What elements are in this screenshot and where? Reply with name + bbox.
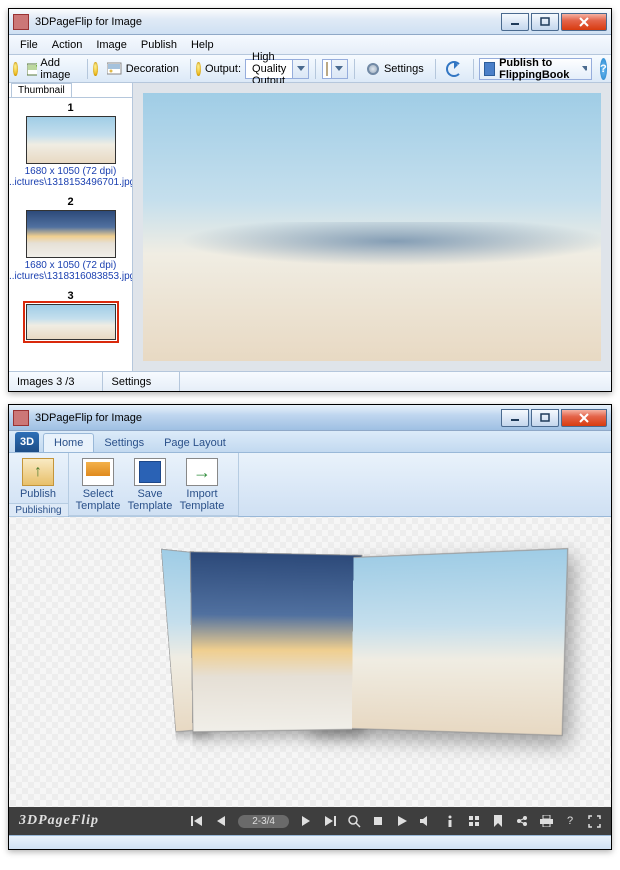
chevron-down-icon — [331, 60, 347, 78]
output-label: Output: — [205, 63, 241, 75]
thumbnail-image — [26, 304, 116, 340]
save-template-button[interactable]: Save Template — [124, 456, 176, 512]
app-icon — [13, 14, 29, 30]
maximize-button[interactable] — [531, 13, 559, 31]
titlebar[interactable]: 3DPageFlip for Image — [9, 405, 611, 431]
help-button[interactable]: ? — [563, 814, 577, 828]
player-logo: 3DPageFlip — [19, 813, 99, 829]
app-icon — [13, 410, 29, 426]
decoration-button[interactable]: Decoration — [102, 58, 184, 80]
next-page-button[interactable] — [299, 814, 313, 828]
info-button[interactable] — [443, 814, 457, 828]
menu-image[interactable]: Image — [89, 35, 134, 54]
logo-3d-icon[interactable]: 3D — [15, 432, 39, 452]
fullscreen-button[interactable] — [587, 814, 601, 828]
select-template-icon — [82, 458, 114, 486]
ribbon: Publish Publishing Select Template Save … — [9, 453, 611, 517]
help-button[interactable]: ? — [600, 58, 607, 80]
publish-button[interactable]: Publish — [12, 456, 64, 500]
svg-text:+: + — [35, 62, 37, 71]
first-page-button[interactable] — [190, 814, 204, 828]
minimize-button[interactable] — [501, 409, 529, 427]
save-icon — [134, 458, 166, 486]
book-icon — [484, 62, 495, 76]
decoration-label: Decoration — [126, 63, 179, 75]
toolbar: + Add image Decoration Output: High Qual… — [9, 55, 611, 83]
share-button[interactable] — [515, 814, 529, 828]
publish-label: Publish to FlippingBook — [499, 57, 578, 81]
bullet-icon — [196, 62, 201, 76]
titlebar[interactable]: 3DPageFlip for Image — [9, 9, 611, 35]
thumbnail-panel: Thumbnail 1 1680 x 1050 (72 dpi) ..ictur… — [9, 83, 133, 371]
thumbnail-image — [26, 116, 116, 164]
ribbon-tabs: 3D Home Settings Page Layout — [9, 431, 611, 453]
import-icon — [186, 458, 218, 486]
last-page-button[interactable] — [323, 814, 337, 828]
play-button[interactable] — [395, 814, 409, 828]
maximize-button[interactable] — [531, 409, 559, 427]
refresh-button[interactable] — [441, 58, 467, 80]
chevron-down-icon — [582, 66, 587, 72]
bullet-icon — [13, 62, 18, 76]
tab-settings[interactable]: Settings — [94, 434, 154, 452]
refresh-icon — [446, 61, 462, 77]
add-image-icon: + — [27, 62, 38, 76]
thumbnail-item[interactable]: 2 1680 x 1050 (72 dpi) ..ictures\1318316… — [9, 192, 132, 286]
menu-file[interactable]: File — [13, 35, 45, 54]
gear-icon — [365, 61, 381, 77]
menu-action[interactable]: Action — [45, 35, 90, 54]
decoration-icon — [107, 62, 123, 76]
tab-page-layout[interactable]: Page Layout — [154, 434, 236, 452]
output-selected: High Quality Output — [246, 51, 292, 87]
menu-help[interactable]: Help — [184, 35, 221, 54]
thumbnail-tab[interactable]: Thumbnail — [11, 83, 72, 97]
thumbnail-image — [26, 210, 116, 258]
close-button[interactable] — [561, 409, 607, 427]
prev-page-button[interactable] — [214, 814, 228, 828]
thumbnails-button[interactable] — [467, 814, 481, 828]
import-template-button[interactable]: Import Template — [176, 456, 228, 512]
page-indicator: 2-3/4 — [238, 815, 289, 828]
thumbnail-item[interactable]: 3 — [9, 286, 132, 344]
output-select[interactable]: High Quality Output — [245, 59, 309, 79]
settings-button[interactable]: Settings — [360, 58, 429, 80]
bullet-icon — [93, 62, 98, 76]
add-image-button[interactable]: + Add image — [22, 58, 81, 80]
publish-button[interactable]: Publish to FlippingBook — [479, 58, 591, 80]
color-swatch — [326, 62, 328, 76]
thumbnail-item[interactable]: 1 1680 x 1050 (72 dpi) ..ictures\1318153… — [9, 98, 132, 192]
editor-window: 3DPageFlip for Image File Action Image P… — [8, 8, 612, 392]
close-button[interactable] — [561, 13, 607, 31]
select-template-button[interactable]: Select Template — [72, 456, 124, 512]
settings-label: Settings — [384, 63, 424, 75]
zoom-button[interactable] — [347, 814, 361, 828]
preview-area — [133, 83, 611, 371]
print-button[interactable] — [539, 814, 553, 828]
page-right — [306, 548, 569, 736]
color-select[interactable] — [322, 59, 348, 79]
tab-home[interactable]: Home — [43, 433, 94, 452]
chevron-down-icon — [292, 60, 308, 78]
window-footer — [9, 835, 611, 849]
publish-icon — [22, 458, 54, 486]
minimize-button[interactable] — [501, 13, 529, 31]
designer-window: 3DPageFlip for Image 3D Home Settings Pa… — [8, 404, 612, 850]
flipbook-preview[interactable] — [60, 558, 560, 748]
app-title: 3DPageFlip for Image — [35, 16, 501, 28]
app-title: 3DPageFlip for Image — [35, 412, 501, 424]
preview-image — [143, 93, 601, 361]
group-publishing: Publishing — [9, 503, 68, 517]
sound-button[interactable] — [419, 814, 433, 828]
menubar: File Action Image Publish Help — [9, 35, 611, 55]
statusbar: Images 3 /3 Settings — [9, 371, 611, 391]
player-bar: 3DPageFlip 2-3/4 ? — [9, 807, 611, 835]
status-images: Images 3 /3 — [9, 372, 103, 391]
bookmark-button[interactable] — [491, 814, 505, 828]
add-image-label: Add image — [40, 57, 75, 81]
stop-button[interactable] — [371, 814, 385, 828]
canvas[interactable] — [9, 517, 611, 807]
status-settings: Settings — [103, 372, 180, 391]
menu-publish[interactable]: Publish — [134, 35, 184, 54]
